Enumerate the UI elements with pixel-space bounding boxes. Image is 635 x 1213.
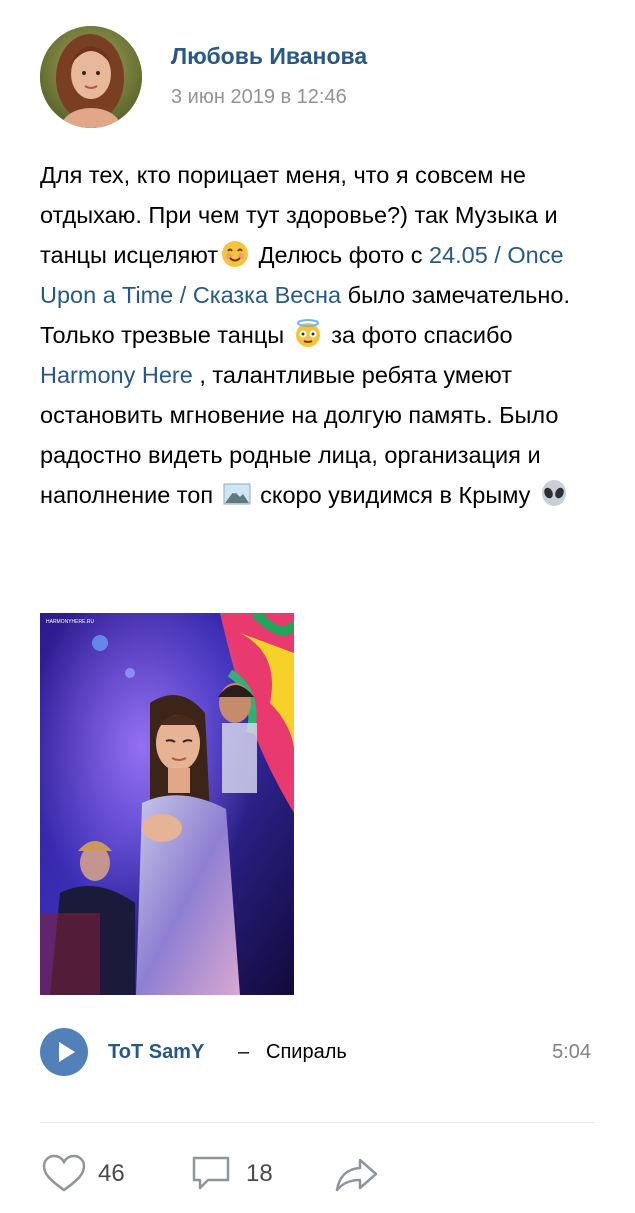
audio-duration: 5:04	[552, 1041, 591, 1063]
post-text: Для тех, кто порицает меня, что я совсем…	[40, 155, 600, 515]
share-button[interactable]	[332, 1150, 380, 1198]
like-count: 46	[98, 1160, 125, 1187]
like-button[interactable]: 46	[40, 1150, 135, 1198]
halo-face-emoji-icon	[293, 319, 323, 349]
audio-title: Спираль	[266, 1041, 347, 1063]
comment-icon	[192, 1156, 230, 1190]
play-button[interactable]	[40, 1028, 88, 1076]
comment-count: 18	[246, 1160, 273, 1187]
alien-emoji-icon	[539, 479, 569, 509]
heart-icon	[42, 1154, 86, 1192]
author-name[interactable]: Любовь Иванова	[171, 43, 367, 70]
author-avatar[interactable]	[40, 26, 142, 128]
smiling-face-emoji-icon	[220, 239, 250, 269]
share-icon	[335, 1158, 378, 1192]
post-text-part: скоро увидимся в Крыму	[253, 482, 537, 508]
post-text-part: за фото спасибо	[324, 322, 513, 348]
divider	[40, 1122, 595, 1123]
comment-button[interactable]: 18	[188, 1150, 283, 1198]
audio-separator: –	[238, 1041, 250, 1063]
audio-attachment: ToT SamY – Спираль 5:04	[40, 1028, 595, 1078]
post-header: Любовь Иванова 3 июн 2019 в 12:46	[40, 26, 600, 130]
post-actions: 46 18	[40, 1150, 600, 1198]
audio-artist[interactable]: ToT SamY	[108, 1041, 204, 1064]
post-date[interactable]: 3 июн 2019 в 12:46	[171, 86, 347, 109]
mountain-picture-emoji-icon	[222, 479, 252, 509]
post-photo[interactable]: HARMONYHERE.RU	[40, 613, 294, 995]
post-text-part: Делюсь фото с	[252, 242, 429, 268]
photographer-link[interactable]: Harmony Here	[40, 362, 193, 388]
photo-watermark: HARMONYHERE.RU	[46, 619, 94, 625]
play-icon	[59, 1042, 75, 1062]
